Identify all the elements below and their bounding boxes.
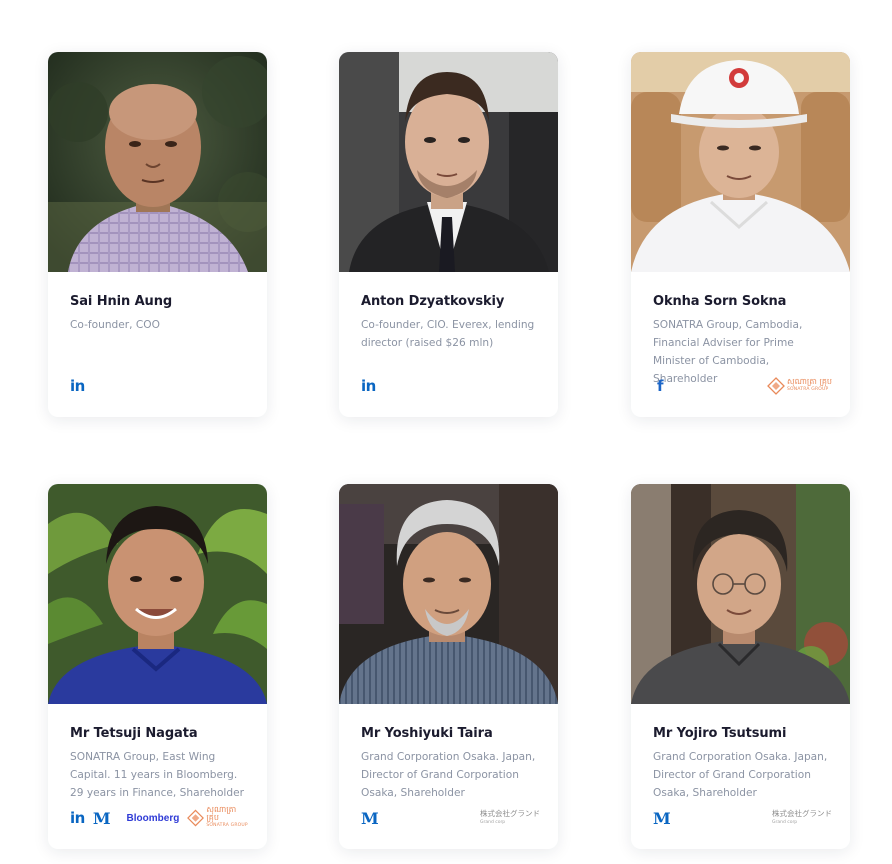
portrait-photo xyxy=(631,484,850,704)
medium-icon[interactable]: M xyxy=(93,809,111,828)
grand-corp-logo[interactable]: 株式会社グランド Grand corp xyxy=(480,809,540,827)
member-role: SONATRA Group, East Wing Capital. 11 yea… xyxy=(70,751,244,799)
linkedin-icon[interactable]: in xyxy=(70,377,85,395)
bloomberg-logo[interactable]: Bloomberg xyxy=(127,813,180,824)
member-name: Mr Yoshiyuki Taira xyxy=(361,726,493,741)
grand-corp-logo[interactable]: 株式会社グランド Grand corp xyxy=(772,809,832,827)
portrait-photo xyxy=(48,484,267,704)
member-role: Co-founder, CIO. Everex, lending directo… xyxy=(361,319,535,349)
member-role: Co-founder, COO xyxy=(70,319,160,331)
sonatra-diamond-icon xyxy=(187,809,205,827)
grand-corp-jp-text: 株式会社グランド xyxy=(480,809,540,818)
medium-icon[interactable]: M xyxy=(361,809,379,828)
linkedin-icon[interactable]: in xyxy=(361,377,376,395)
team-card-oknha-sorn-sokna: Oknha Sorn Sokna SONATRA Group, Cambodia… xyxy=(631,52,850,417)
portrait-photo xyxy=(48,52,267,272)
social-links: M 株式会社グランド Grand corp xyxy=(361,809,540,828)
sonatra-group-logo[interactable]: សុណាត្រា គ្រុប SONATRA GROUP xyxy=(187,806,249,830)
portrait-photo xyxy=(631,52,850,272)
sonatra-english-text: SONATRA GROUP xyxy=(206,823,248,828)
social-links: in M Bloomberg សុណាត្រា គ្រុប SONATRA GR… xyxy=(70,806,249,830)
team-card-yoshiyuki-taira: Mr Yoshiyuki Taira Grand Corporation Osa… xyxy=(339,484,558,849)
member-name: Anton Dzyatkovskiy xyxy=(361,294,505,309)
member-name: Sai Hnin Aung xyxy=(70,294,173,309)
team-card-anton-dzyatkovskiy: Anton Dzyatkovskiy Co-founder, CIO. Ever… xyxy=(339,52,558,417)
member-name: Oknha Sorn Sokna xyxy=(653,294,787,309)
social-links: in xyxy=(70,377,249,395)
social-links: M 株式会社グランド Grand corp xyxy=(653,809,832,828)
member-name: Mr Yojiro Tsutsumi xyxy=(653,726,787,741)
grand-corp-jp-text: 株式会社グランド xyxy=(772,809,832,818)
sonatra-english-text: SONATRA GROUP xyxy=(786,387,829,392)
team-card-tetsuji-nagata: Mr Tetsuji Nagata SONATRA Group, East Wi… xyxy=(48,484,267,849)
team-card-sai-hnin-aung: Sai Hnin Aung Co-founder, COO in xyxy=(48,52,267,417)
member-role: Grand Corporation Osaka. Japan, Director… xyxy=(653,751,828,799)
facebook-icon[interactable]: f xyxy=(657,377,664,395)
portrait-photo xyxy=(339,484,558,704)
sonatra-khmer-text: សុណាត្រា គ្រុប xyxy=(206,805,237,822)
grand-corp-en-text: Grand corp xyxy=(772,820,798,825)
sonatra-diamond-icon xyxy=(767,377,785,395)
linkedin-icon[interactable]: in xyxy=(70,809,85,827)
social-links: f សុណាត្រា គ្រុប SONATRA GROUP xyxy=(653,377,832,395)
sonatra-khmer-text: សុណាត្រា គ្រុប xyxy=(786,377,832,386)
team-card-yojiro-tsutsumi: Mr Yojiro Tsutsumi Grand Corporation Osa… xyxy=(631,484,850,849)
medium-icon[interactable]: M xyxy=(653,809,671,828)
member-name: Mr Tetsuji Nagata xyxy=(70,726,198,741)
portrait-photo xyxy=(339,52,558,272)
member-role: Grand Corporation Osaka. Japan, Director… xyxy=(361,751,536,799)
grand-corp-en-text: Grand corp xyxy=(480,820,506,825)
social-links: in xyxy=(361,377,540,395)
sonatra-group-logo[interactable]: សុណាត្រា គ្រុប SONATRA GROUP xyxy=(767,377,832,395)
